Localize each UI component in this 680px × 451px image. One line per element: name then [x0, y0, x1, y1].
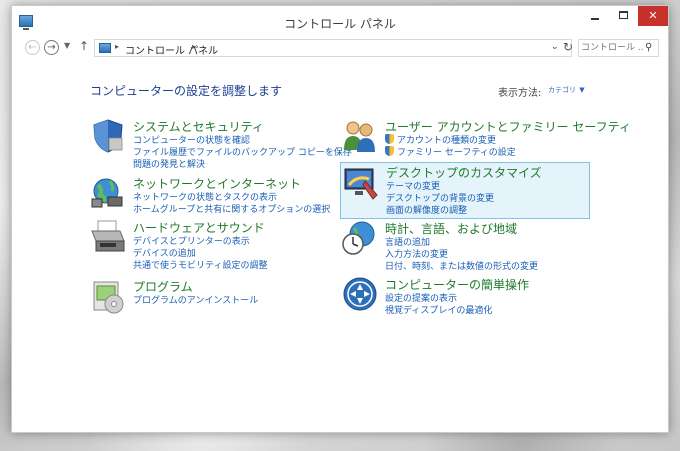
address-dropdown-icon[interactable]: ⌄ — [551, 42, 559, 52]
title-bar: コントロール パネル ✕ — [12, 6, 668, 36]
back-button[interactable]: ← — [25, 40, 40, 55]
breadcrumb-chevron-icon[interactable]: ▸ — [192, 42, 196, 51]
category-ease-of-access: コンピューターの簡単操作 設定の提案の表示 視覚ディスプレイの最適化 — [342, 276, 592, 332]
maximize-button[interactable] — [610, 6, 636, 26]
search-input[interactable] — [581, 41, 643, 55]
forward-arrow-icon: → — [47, 42, 56, 53]
breadcrumb-control-panel[interactable]: コントロール パネル — [125, 42, 218, 57]
address-bar[interactable]: ▸ コントロール パネル ▸ ⌄ ↻ — [94, 39, 573, 57]
view-by-dropdown[interactable]: カテゴリ ▼ — [548, 84, 585, 95]
link-optimize-display[interactable]: 視覚ディスプレイの最適化 — [385, 303, 492, 316]
category-system-security: システムとセキュリティ コンピューターの状態を確認 ファイル履歴でファイルのバッ… — [90, 118, 352, 174]
search-icon[interactable]: ⚲ — [645, 42, 652, 53]
refresh-button[interactable]: ↻ — [563, 40, 573, 54]
link-label: ファミリー セーフティの設定 — [397, 148, 516, 158]
category-hardware-sound: ハードウェアとサウンド デバイスとプリンターの表示 デバイスの追加 共通で使うモ… — [90, 219, 340, 275]
chevron-down-icon: ▼ — [64, 41, 71, 50]
link-troubleshoot[interactable]: 問題の発見と解決 — [133, 157, 205, 170]
uac-shield-icon — [385, 134, 394, 144]
printer-icon — [91, 220, 125, 252]
forward-button[interactable]: → — [44, 40, 59, 55]
recent-locations-button[interactable]: ▼ — [64, 41, 70, 50]
navigation-bar: ← → ▼ ↑ ▸ コントロール パネル ▸ ⌄ ↻ ⚲ — [12, 36, 668, 62]
category-clock-region: 時計、言語、および地域 言語の追加 入力方法の変更 日付、時刻、または数値の形式… — [342, 220, 592, 276]
page-title: コンピューターの設定を調整します — [90, 84, 283, 98]
search-box[interactable]: ⚲ — [578, 39, 659, 57]
back-arrow-icon: ← — [28, 42, 37, 53]
up-button[interactable]: ↑ — [79, 39, 89, 53]
programs-icon — [93, 281, 124, 314]
view-by-value: カテゴリ — [548, 86, 576, 94]
category-personalize[interactable]: デスクトップのカスタマイズ テーマの変更 デスクトップの背景の変更 画面の解像度… — [340, 162, 590, 219]
control-panel-window: コントロール パネル ✕ ← → ▼ ↑ ▸ コントロール パネル ▸ ⌄ ↻ … — [11, 5, 669, 433]
clock-globe-icon — [342, 221, 375, 255]
link-mobility-settings[interactable]: 共通で使うモビリティ設定の調整 — [133, 258, 267, 271]
up-arrow-icon: ↑ — [79, 39, 90, 53]
view-by-label: 表示方法: — [498, 88, 542, 99]
uac-shield-icon — [385, 146, 394, 156]
ease-of-access-icon — [343, 277, 377, 311]
minimize-button[interactable] — [582, 6, 608, 26]
users-icon — [344, 121, 375, 152]
close-icon: ✕ — [648, 9, 658, 22]
link-family-safety[interactable]: ファミリー セーフティの設定 — [385, 145, 516, 158]
link-uninstall-program[interactable]: プログラムのアンインストール — [133, 293, 258, 306]
category-programs: プログラム プログラムのアンインストール — [90, 278, 340, 334]
refresh-icon: ↻ — [563, 40, 574, 54]
link-homegroup-sharing[interactable]: ホームグループと共有に関するオプションの選択 — [133, 202, 330, 215]
minimize-icon — [591, 18, 599, 20]
shield-icon — [93, 119, 123, 153]
network-globe-icon — [91, 178, 123, 208]
window-title: コントロール パネル — [284, 17, 396, 31]
link-adjust-resolution[interactable]: 画面の解像度の調整 — [386, 203, 467, 216]
chevron-down-icon: ▼ — [579, 86, 585, 94]
maximize-icon — [619, 11, 628, 19]
control-panel-address-icon — [99, 43, 111, 53]
breadcrumb-chevron-icon[interactable]: ▸ — [115, 42, 119, 51]
main-content: コンピューターの設定を調整します 表示方法: カテゴリ ▼ システムとセキュリテ… — [12, 62, 668, 432]
monitor-paint-icon — [344, 168, 378, 200]
link-change-formats[interactable]: 日付、時刻、または数値の形式の変更 — [385, 259, 538, 272]
close-button[interactable]: ✕ — [638, 6, 668, 26]
